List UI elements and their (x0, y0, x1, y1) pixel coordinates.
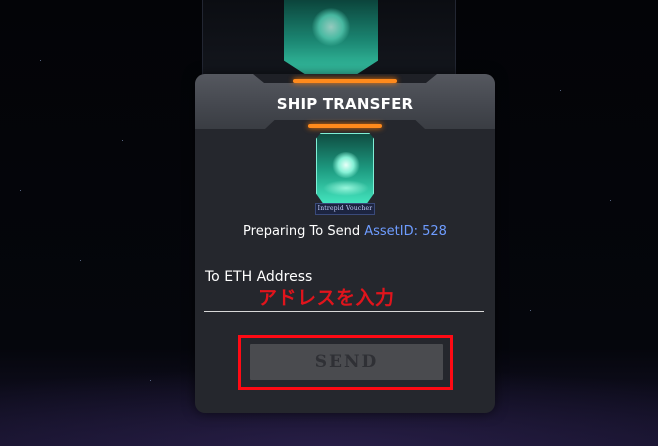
asset-id: AssetID: 528 (364, 224, 447, 239)
voucher-card (316, 133, 374, 205)
header-accent-bar (293, 79, 397, 83)
dialog-header: SHIP TRANSFER (195, 74, 495, 129)
send-button-highlight (238, 335, 453, 390)
background-voucher-image (284, 0, 378, 74)
ship-emblem-icon (332, 152, 360, 178)
star (610, 200, 611, 201)
voucher-glow (323, 180, 369, 196)
header-bottom-accent-bar (308, 124, 382, 128)
preparing-message: Preparing To Send AssetID: 528 (195, 224, 495, 239)
address-hint-annotation: アドレスを入力 (258, 287, 395, 309)
eth-address-underline (204, 311, 484, 312)
voucher-image: Intrepid Voucher (315, 133, 375, 215)
star (40, 60, 41, 61)
preparing-text: Preparing To Send (243, 224, 361, 239)
star (150, 380, 151, 381)
star (560, 90, 561, 91)
star (20, 190, 21, 191)
star (122, 140, 123, 141)
star (530, 310, 531, 311)
dialog-title: SHIP TRANSFER (276, 95, 414, 113)
star (80, 260, 81, 261)
voucher-label: Intrepid Voucher (315, 203, 375, 215)
